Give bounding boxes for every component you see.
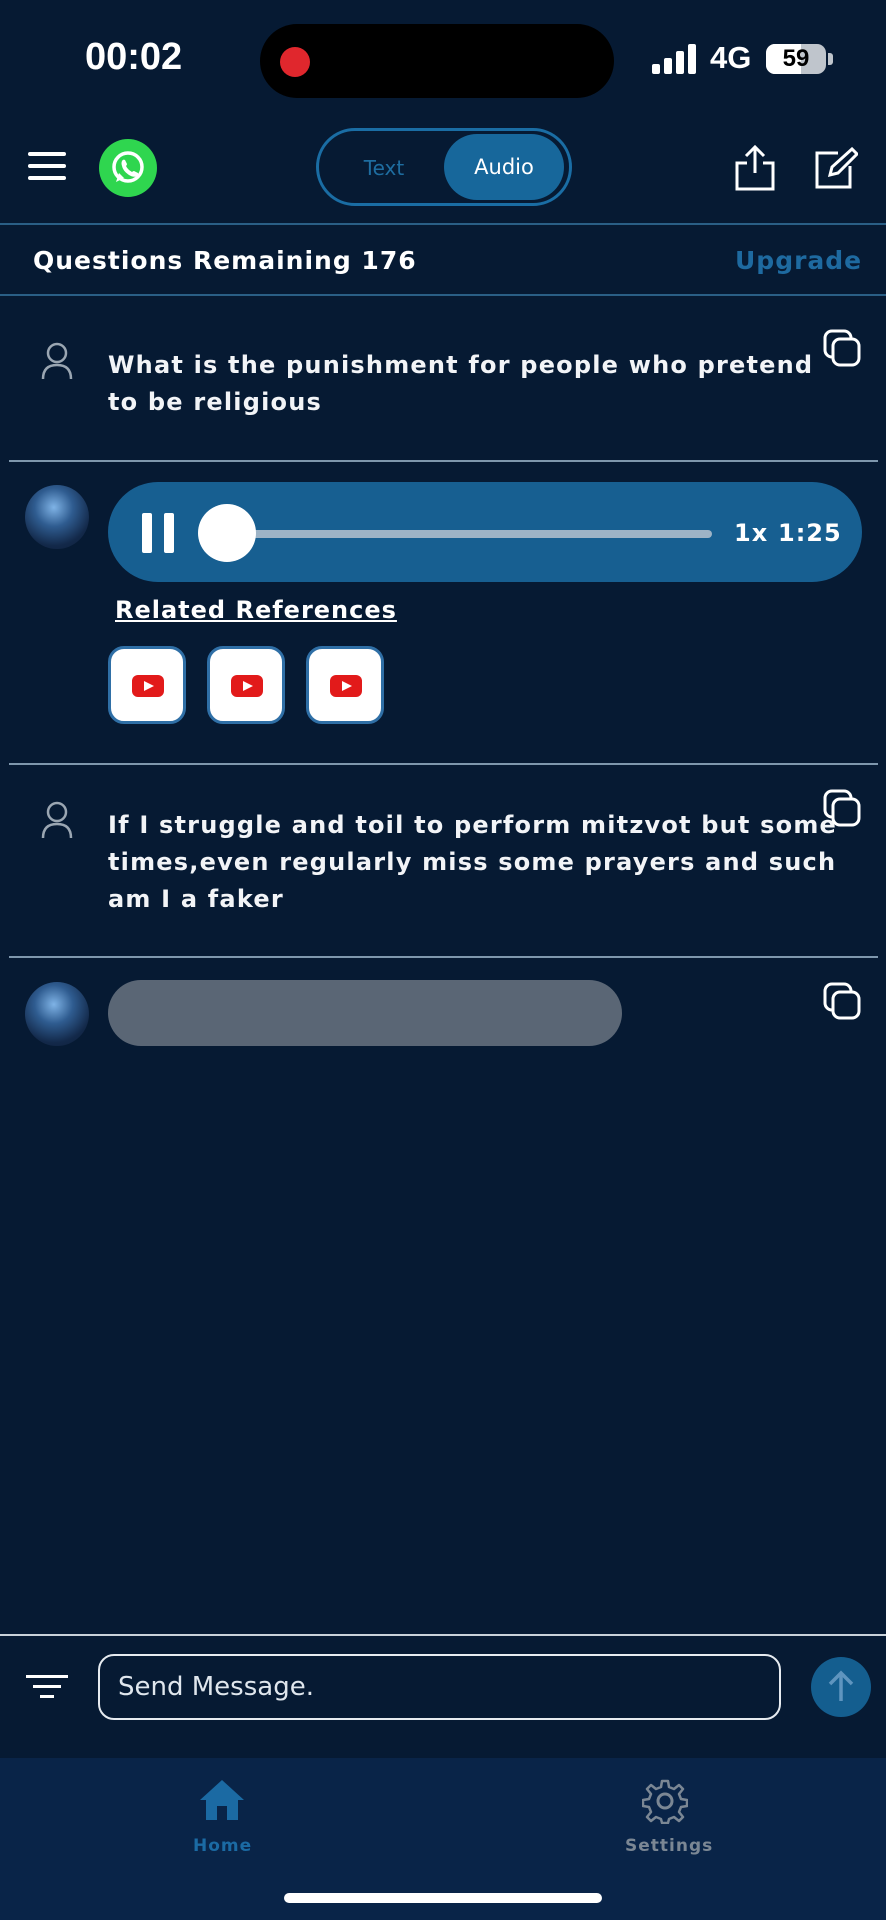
battery-nub bbox=[828, 53, 833, 65]
playback-speed[interactable]: 1x bbox=[734, 519, 768, 547]
questions-remaining: Questions Remaining 176 bbox=[33, 246, 417, 275]
home-indicator bbox=[284, 1893, 602, 1903]
tab-settings[interactable]: Settings bbox=[625, 1836, 713, 1856]
network-type: 4G bbox=[710, 40, 752, 75]
status-time: 00:02 bbox=[85, 36, 183, 78]
rabbi-avatar bbox=[25, 485, 89, 549]
rabbi-avatar bbox=[25, 982, 89, 1046]
message-input[interactable]: Send Message. bbox=[98, 1654, 781, 1720]
youtube-icon bbox=[330, 675, 362, 697]
battery-icon: 59 bbox=[766, 44, 826, 74]
share-icon[interactable] bbox=[733, 145, 777, 191]
subheader-divider bbox=[0, 294, 886, 296]
youtube-icon bbox=[132, 675, 164, 697]
youtube-reference-button[interactable] bbox=[306, 646, 384, 724]
user-avatar-icon bbox=[41, 801, 73, 839]
audio-duration: 1:25 bbox=[778, 519, 842, 547]
copy-icon[interactable] bbox=[822, 788, 862, 828]
whatsapp-button[interactable] bbox=[99, 139, 157, 197]
copy-icon[interactable] bbox=[822, 328, 862, 368]
arrow-up-icon bbox=[828, 1670, 854, 1701]
pause-icon bbox=[142, 513, 152, 553]
composer-divider bbox=[0, 1634, 886, 1636]
upgrade-link[interactable]: Upgrade bbox=[735, 246, 862, 275]
response-loading-placeholder bbox=[108, 980, 622, 1046]
cellular-signal-icon bbox=[652, 44, 696, 74]
message-divider bbox=[9, 460, 878, 462]
user-avatar-icon bbox=[41, 342, 73, 380]
audio-progress-track[interactable] bbox=[232, 530, 712, 538]
battery-level: 59 bbox=[782, 45, 810, 72]
header-divider bbox=[0, 223, 886, 225]
filter-icon[interactable] bbox=[26, 1673, 68, 1701]
new-chat-icon[interactable] bbox=[814, 147, 858, 189]
youtube-icon bbox=[231, 675, 263, 697]
send-button[interactable] bbox=[811, 1657, 871, 1717]
youtube-reference-button[interactable] bbox=[207, 646, 285, 724]
dynamic-island bbox=[260, 24, 614, 98]
mode-option-audio[interactable]: Audio bbox=[444, 134, 564, 200]
pause-icon-bar bbox=[164, 513, 174, 553]
related-references-label[interactable]: Related References bbox=[115, 596, 397, 624]
user-message-text: What is the punishment for people who pr… bbox=[108, 351, 814, 416]
gear-icon[interactable] bbox=[642, 1778, 688, 1824]
message-divider bbox=[9, 763, 878, 765]
home-icon[interactable] bbox=[198, 1778, 246, 1822]
whatsapp-icon bbox=[112, 151, 144, 183]
audio-progress-handle[interactable] bbox=[198, 504, 256, 562]
copy-icon[interactable] bbox=[822, 981, 862, 1021]
user-message-text: If I struggle and toil to perform mitzvo… bbox=[108, 811, 838, 913]
tab-home[interactable]: Home bbox=[193, 1836, 252, 1856]
message-divider bbox=[9, 956, 878, 958]
mode-option-text[interactable]: Text bbox=[330, 140, 438, 196]
youtube-reference-button[interactable] bbox=[108, 646, 186, 724]
recording-indicator bbox=[280, 47, 310, 77]
menu-icon[interactable] bbox=[28, 152, 66, 182]
pause-button[interactable] bbox=[142, 513, 182, 553]
